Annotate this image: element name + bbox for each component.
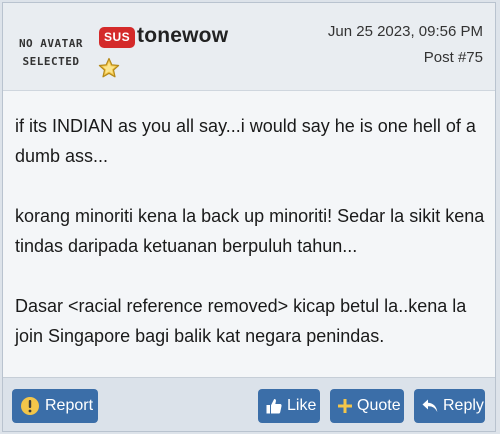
reply-label: Reply [443,397,484,414]
forum-post: NO AVATAR SELECTED SUS tonewow Jun 25 20… [2,2,496,432]
post-header: NO AVATAR SELECTED SUS tonewow Jun 25 20… [3,3,495,91]
exclamation-icon [21,397,39,415]
plus-icon [338,399,352,413]
avatar-line-1: NO AVATAR [18,37,84,50]
reply-arrow-icon [422,399,438,412]
post-paragraph: korang minoriti kena la back up minoriti… [15,206,485,256]
quote-button[interactable]: Quote [330,389,404,423]
like-label: Like [287,397,317,414]
avatar-placeholder[interactable]: NO AVATAR SELECTED [13,35,89,71]
post-number-link[interactable]: Post #75 [424,49,483,66]
avatar-line-2: SELECTED [22,55,80,68]
reply-button[interactable]: Reply [414,389,485,423]
post-paragraph: if its INDIAN as you all say...i would s… [15,116,476,166]
user-status-badge: SUS [99,27,136,48]
post-date: Jun 25 2023, 09:56 PM [327,23,483,40]
like-button[interactable]: Like [258,389,320,423]
thumbs-up-icon [266,399,282,414]
star-icon [98,57,120,78]
post-footer: Report Like Quote Reply [3,377,495,431]
post-paragraph: Dasar <racial reference removed> kicap b… [15,296,467,346]
report-button[interactable]: Report [12,389,98,423]
quote-label: Quote [357,397,401,414]
report-label: Report [45,397,94,414]
username-link[interactable]: tonewow [137,24,228,48]
post-body: if its INDIAN as you all say...i would s… [15,111,491,381]
